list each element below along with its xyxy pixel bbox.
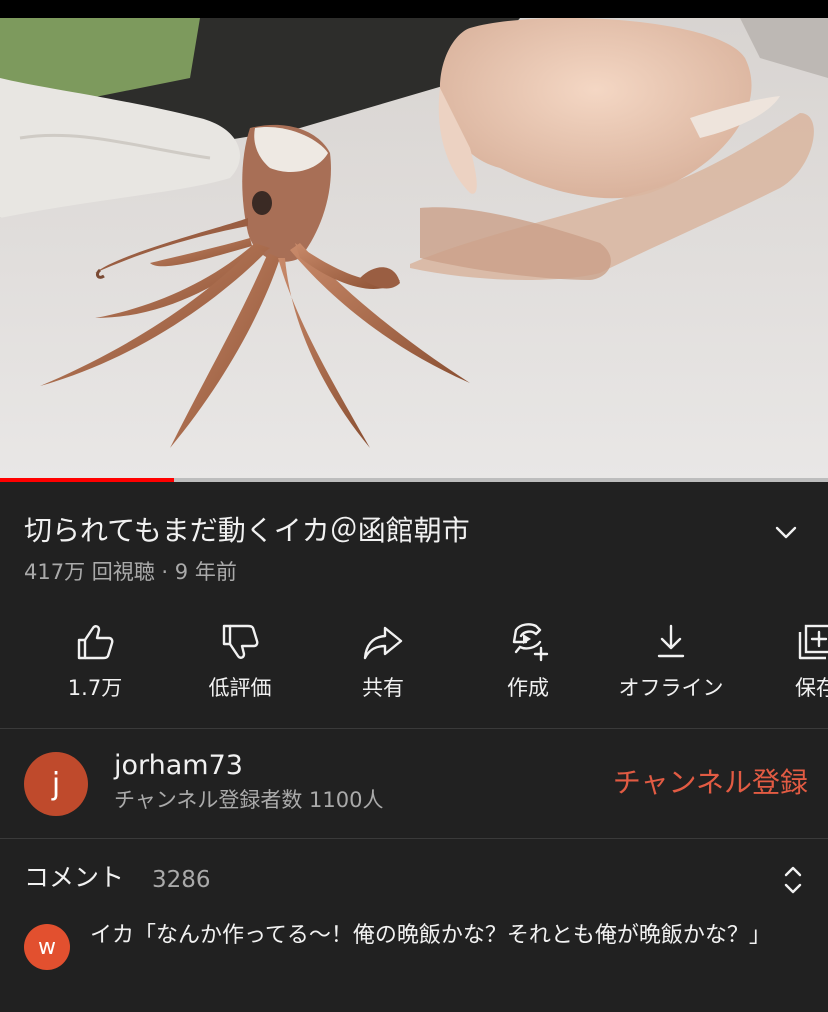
like-button[interactable]: 1.7万	[25, 612, 165, 708]
save-button[interactable]: 保存	[746, 612, 828, 708]
progress-bar[interactable]	[0, 478, 828, 482]
download-button[interactable]: オフライン	[601, 612, 741, 708]
thumbs-up-icon	[77, 625, 114, 660]
channel-name[interactable]: jorham73	[114, 748, 243, 784]
action-bar: 1.7万 低評価 共有 作成 オフライン 保存	[0, 612, 828, 712]
create-icon	[512, 623, 549, 662]
chevron-down-icon	[775, 526, 797, 539]
subscribe-button[interactable]: チャンネル登録	[578, 760, 808, 806]
dislike-button[interactable]: 低評価	[170, 612, 310, 708]
video-title: 切られてもまだ動くイカ＠函館朝市	[24, 514, 470, 547]
divider	[0, 728, 828, 729]
subscriber-count: チャンネル登録者数 1100人	[114, 788, 384, 812]
dislike-label: 低評価	[208, 676, 272, 700]
status-bar	[0, 0, 828, 18]
comments-expand-button[interactable]	[776, 862, 810, 898]
progress-fill	[0, 478, 174, 482]
commenter-avatar-letter: w	[38, 934, 56, 960]
like-count: 1.7万	[67, 676, 123, 700]
share-label: 共有	[362, 676, 404, 700]
save-label: 保存	[795, 676, 828, 700]
download-icon	[657, 624, 685, 658]
expand-description-button[interactable]	[768, 518, 804, 548]
share-button[interactable]: 共有	[313, 612, 453, 708]
unfold-icon	[784, 866, 802, 894]
channel-avatar[interactable]: j	[24, 752, 88, 816]
comments-count: 3286	[152, 867, 211, 893]
divider	[0, 838, 828, 839]
channel-avatar-letter: j	[51, 766, 61, 802]
create-label: 作成	[507, 676, 549, 700]
video-frame	[0, 18, 828, 480]
create-button[interactable]: 作成	[458, 612, 598, 708]
commenter-avatar[interactable]: w	[24, 924, 70, 970]
video-meta: 417万 回視聴 · 9 年前	[24, 560, 237, 584]
share-icon	[363, 626, 403, 660]
video-player[interactable]	[0, 18, 828, 480]
comments-heading[interactable]: コメント	[24, 860, 124, 896]
download-label: オフライン	[618, 676, 724, 700]
thumbs-down-icon	[222, 624, 259, 659]
comment-text[interactable]: イカ「なんか作ってる〜！俺の晩飯かな？それとも俺が晩飯かな？」	[90, 916, 780, 956]
save-icon	[798, 624, 828, 660]
